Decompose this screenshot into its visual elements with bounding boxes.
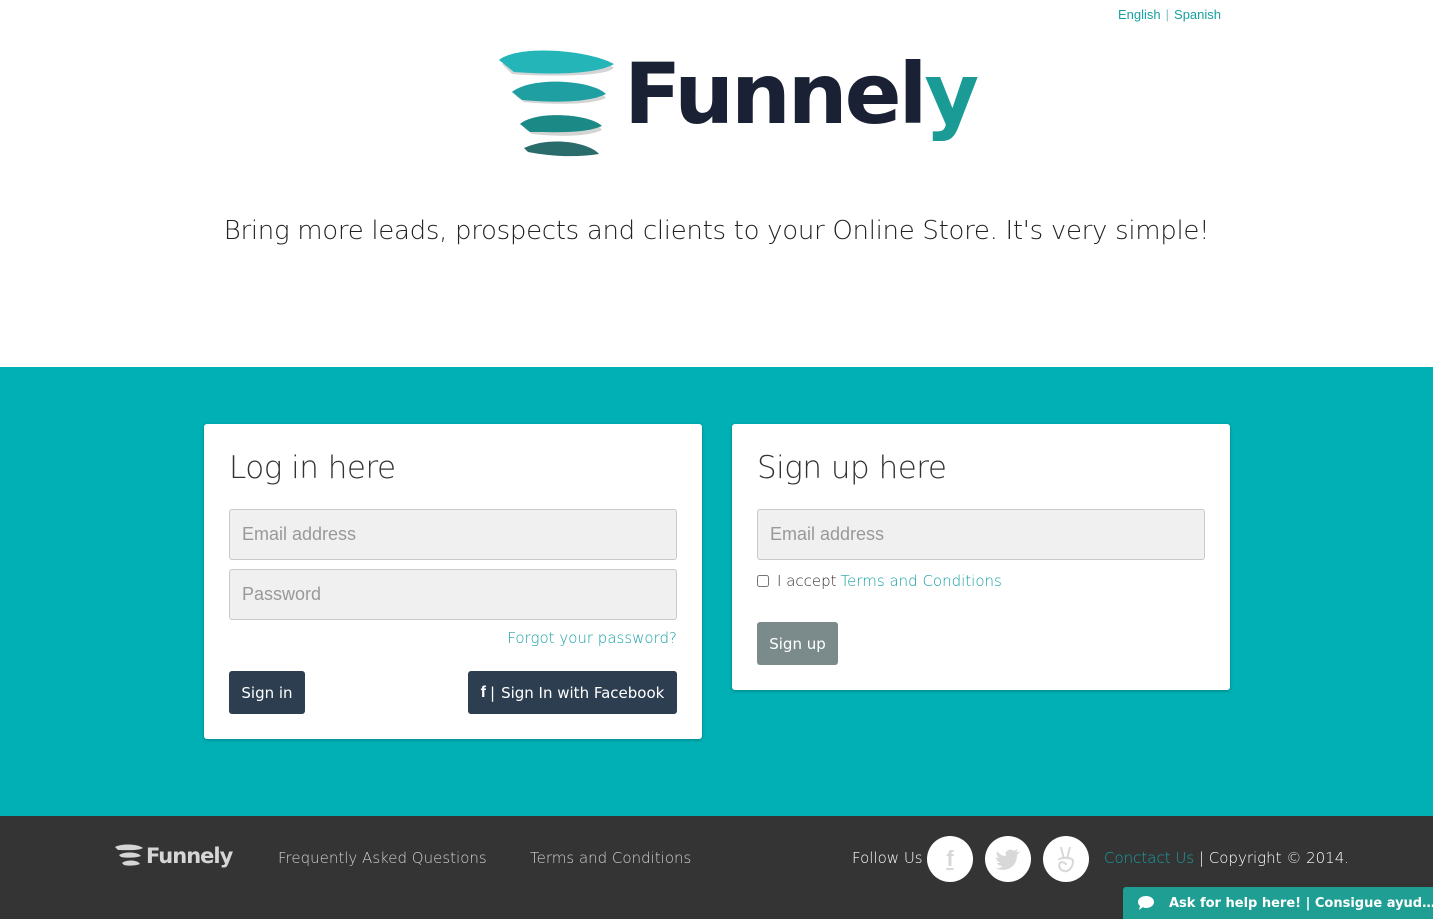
copyright-label: | Copyright © 2014.: [1198, 849, 1350, 867]
login-password-field[interactable]: [229, 569, 677, 620]
facebook-sign-in-button[interactable]: f | Sign In with Facebook: [468, 671, 677, 714]
signup-title: Sign up here: [757, 450, 947, 486]
footer-brand-name: Funnely: [146, 844, 233, 868]
chat-bubble-icon: [1123, 887, 1169, 919]
facebook-icon[interactable]: f: [927, 836, 973, 882]
footer-faq-link[interactable]: Frequently Asked Questions: [278, 849, 487, 867]
sign-in-button[interactable]: Sign in: [229, 671, 305, 714]
terms-accept-row: I accept Terms and Conditions: [757, 572, 1002, 590]
signup-email-field[interactable]: [757, 509, 1205, 560]
forgot-password-link[interactable]: Forgot your password?: [507, 629, 677, 647]
help-widget-label: Ask for help here! | Consigue ayuda aquí…: [1169, 895, 1433, 911]
login-title: Log in here: [229, 450, 396, 486]
footer-terms-link[interactable]: Terms and Conditions: [530, 849, 691, 867]
login-card: Log in here Forgot your password? Sign i…: [204, 424, 702, 739]
footer-logo[interactable]: Funnely: [114, 843, 233, 869]
language-spanish-link[interactable]: Spanish: [1174, 7, 1221, 22]
terms-accept-label: I accept: [777, 572, 837, 590]
funnel-swirl-icon: [499, 50, 614, 157]
login-email-field[interactable]: [229, 509, 677, 560]
language-english-link[interactable]: English: [1118, 7, 1161, 22]
terms-checkbox[interactable]: [757, 575, 769, 587]
terms-link[interactable]: Terms and Conditions: [841, 572, 1002, 590]
help-chat-widget[interactable]: Ask for help here! | Consigue ayuda aquí…: [1123, 887, 1433, 919]
facebook-button-separator: |: [490, 683, 496, 702]
brand-wordmark: Funnely: [624, 45, 979, 143]
funnel-swirl-icon: [115, 844, 143, 866]
facebook-button-label: Sign In with Facebook: [501, 683, 665, 702]
twitter-icon[interactable]: [985, 836, 1031, 882]
facebook-icon: f: [480, 683, 486, 701]
copyright-text: Conctact Us | Copyright © 2014.: [1104, 849, 1349, 867]
signup-card: Sign up here I accept Terms and Conditio…: [732, 424, 1230, 690]
angellist-icon[interactable]: [1043, 836, 1089, 882]
contact-us-link[interactable]: Conctact Us: [1104, 849, 1194, 867]
language-switcher: English | Spanish: [1118, 7, 1221, 22]
brand-logo: Funnely: [494, 46, 979, 171]
language-separator: |: [1165, 7, 1170, 22]
follow-us-label: Follow Us: [852, 849, 923, 867]
sign-up-button[interactable]: Sign up: [757, 622, 838, 665]
page-tagline: Bring more leads, prospects and clients …: [223, 216, 1210, 246]
